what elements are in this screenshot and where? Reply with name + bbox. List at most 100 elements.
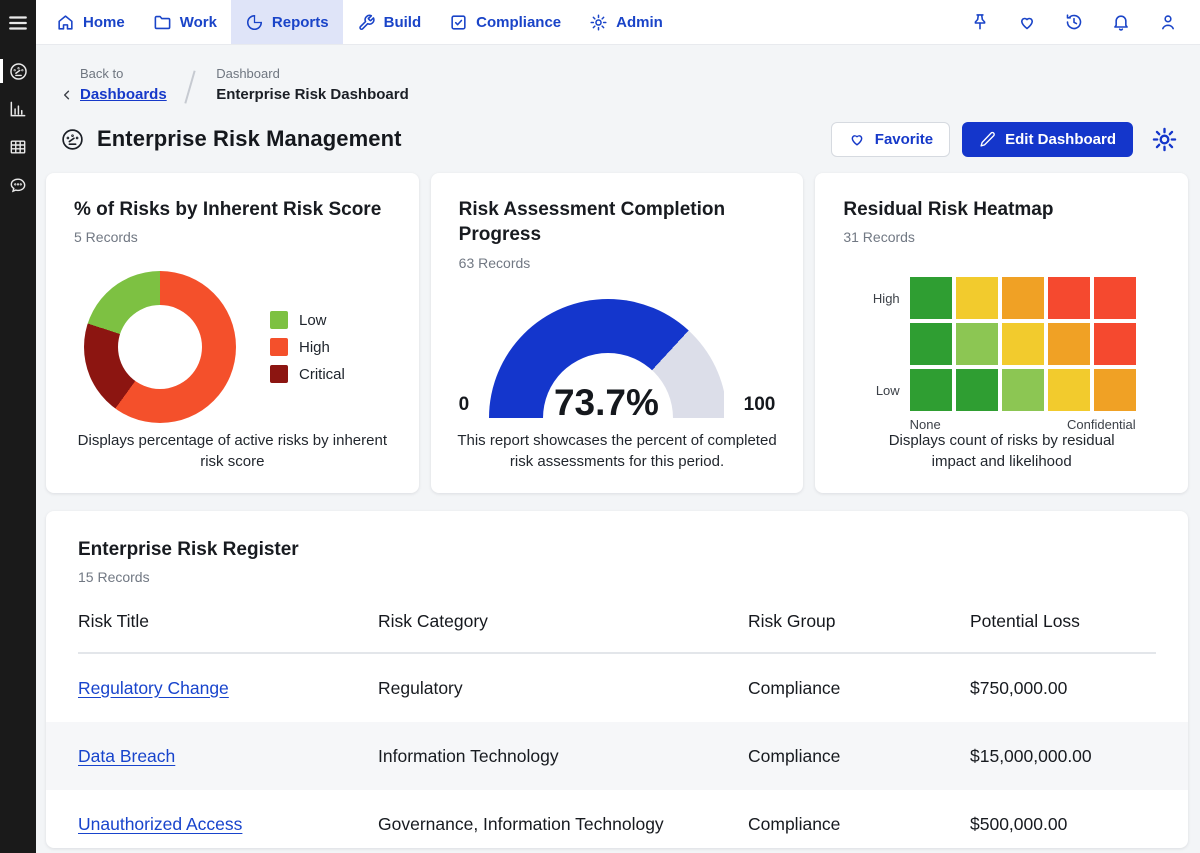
card-description: Displays percentage of active risks by i… [72, 431, 393, 472]
heatmap-ylabel-high: High [868, 277, 900, 319]
gauge-chart: 0 73.7% 100 [459, 299, 776, 418]
left-sidebar [0, 0, 36, 853]
risk-group-cell: Compliance [748, 814, 970, 835]
nav-label: Work [180, 14, 217, 31]
heatmap-cell [1002, 277, 1044, 319]
legend-item: Low [270, 311, 345, 329]
nav-label: Admin [616, 14, 663, 31]
breadcrumb: Back to Dashboards Dashboard Enterprise … [36, 45, 1200, 106]
top-navigation: Home Work Reports Build Compliance Admin [36, 0, 1200, 45]
favorite-label: Favorite [875, 131, 933, 148]
risk-link[interactable]: Regulatory Change [78, 678, 229, 698]
nav-item-admin[interactable]: Admin [575, 0, 677, 44]
heart-icon[interactable] [1017, 12, 1037, 32]
menu-icon[interactable] [0, 6, 36, 40]
heatmap-cell [1094, 277, 1136, 319]
bell-icon[interactable] [1111, 12, 1131, 32]
user-icon[interactable] [1158, 12, 1178, 32]
nav-item-reports[interactable]: Reports [231, 0, 343, 44]
heatmap-cell [956, 323, 998, 365]
checkbox-icon [449, 13, 468, 32]
breadcrumb-dashboards-link[interactable]: Dashboards [80, 84, 167, 106]
risk-category-cell: Regulatory [378, 678, 748, 699]
column-header-risk-category[interactable]: Risk Category [378, 611, 748, 632]
column-header-potential-loss[interactable]: Potential Loss [970, 611, 1156, 632]
pencil-icon [979, 131, 996, 148]
pin-icon[interactable] [970, 12, 990, 32]
risk-link[interactable]: Data Breach [78, 746, 175, 766]
pie-chart-icon [245, 13, 264, 32]
potential-loss-cell: $15,000,000.00 [970, 746, 1156, 767]
column-header-risk-group[interactable]: Risk Group [748, 611, 970, 632]
card-records: 63 Records [459, 255, 776, 271]
risk-category-cell: Governance, Information Technology [378, 814, 748, 835]
chart-cards-row: % of Risks by Inherent Risk Score 5 Reco… [36, 173, 1200, 493]
card-title: Risk Assessment Completion Progress [459, 197, 759, 248]
heatmap-ylabel-low: Low [868, 369, 900, 411]
heatmap-xlabel-confidential: Confidential [1067, 417, 1136, 432]
card-title: % of Risks by Inherent Risk Score [74, 197, 391, 223]
sidebar-item-messages[interactable] [0, 170, 36, 200]
heatmap-cell [910, 369, 952, 411]
favorite-button[interactable]: Favorite [831, 122, 950, 157]
settings-gear-icon[interactable] [1151, 126, 1178, 153]
heatmap-cell [956, 277, 998, 319]
page-title: Enterprise Risk Management [97, 126, 402, 152]
legend-label: Low [299, 312, 327, 329]
edit-dashboard-label: Edit Dashboard [1005, 131, 1116, 148]
table-title: Enterprise Risk Register [78, 537, 1156, 563]
chevron-left-icon[interactable] [60, 88, 74, 102]
legend-swatch-high [270, 338, 288, 356]
column-header-risk-title[interactable]: Risk Title [78, 611, 378, 632]
home-icon [56, 13, 75, 32]
folder-icon [153, 13, 172, 32]
heart-icon [848, 130, 866, 148]
legend-item: Critical [270, 365, 345, 383]
edit-dashboard-button[interactable]: Edit Dashboard [962, 122, 1133, 157]
page-header: Enterprise Risk Management Favorite Edit… [36, 106, 1200, 173]
heatmap-cell [910, 323, 952, 365]
nav-item-home[interactable]: Home [42, 0, 139, 44]
heatmap-cell [1048, 369, 1090, 411]
wrench-icon [357, 13, 376, 32]
history-icon[interactable] [1064, 12, 1084, 32]
heatmap-chart: High Low None Confidential [843, 277, 1160, 432]
nav-label: Reports [272, 14, 329, 31]
card-risks-by-inherent-score: % of Risks by Inherent Risk Score 5 Reco… [46, 173, 419, 493]
risk-group-cell: Compliance [748, 746, 970, 767]
heatmap-cell [1002, 323, 1044, 365]
sidebar-item-records[interactable] [0, 132, 36, 162]
sidebar-item-dashboards[interactable] [0, 56, 36, 86]
gauge-value: 73.7% [489, 382, 723, 418]
main-content: Back to Dashboards Dashboard Enterprise … [36, 45, 1200, 853]
nav-item-work[interactable]: Work [139, 0, 231, 44]
heatmap-xlabel-none: None [910, 417, 941, 432]
table-records: 15 Records [78, 569, 1156, 585]
heatmap-cell [910, 277, 952, 319]
sidebar-item-reports[interactable] [0, 94, 36, 124]
bar-chart-icon [8, 99, 28, 119]
nav-label: Home [83, 14, 125, 31]
gauge-max-label: 100 [744, 394, 776, 418]
donut-chart [84, 271, 236, 423]
risk-group-cell: Compliance [748, 678, 970, 699]
gear-icon [589, 13, 608, 32]
card-residual-heatmap: Residual Risk Heatmap 31 Records High Lo… [815, 173, 1188, 493]
breadcrumb-separator [184, 70, 195, 103]
heatmap-cell [1094, 369, 1136, 411]
risk-link[interactable]: Unauthorized Access [78, 814, 242, 834]
table-header-row: Risk Title Risk Category Risk Group Pote… [78, 611, 1156, 632]
card-records: 5 Records [74, 229, 391, 245]
heatmap-cell [956, 369, 998, 411]
table-body: Regulatory Change Regulatory Compliance … [78, 654, 1156, 847]
table-grid-icon [8, 137, 28, 157]
donut-legend: Low High Critical [270, 311, 345, 383]
speedometer-icon [8, 61, 29, 82]
topnav-utilities [970, 0, 1200, 44]
nav-item-build[interactable]: Build [343, 0, 436, 44]
potential-loss-cell: $750,000.00 [970, 678, 1156, 699]
heatmap-cell [1002, 369, 1044, 411]
legend-swatch-low [270, 311, 288, 329]
nav-item-compliance[interactable]: Compliance [435, 0, 575, 44]
risk-register-card: Enterprise Risk Register 15 Records Risk… [46, 511, 1188, 848]
